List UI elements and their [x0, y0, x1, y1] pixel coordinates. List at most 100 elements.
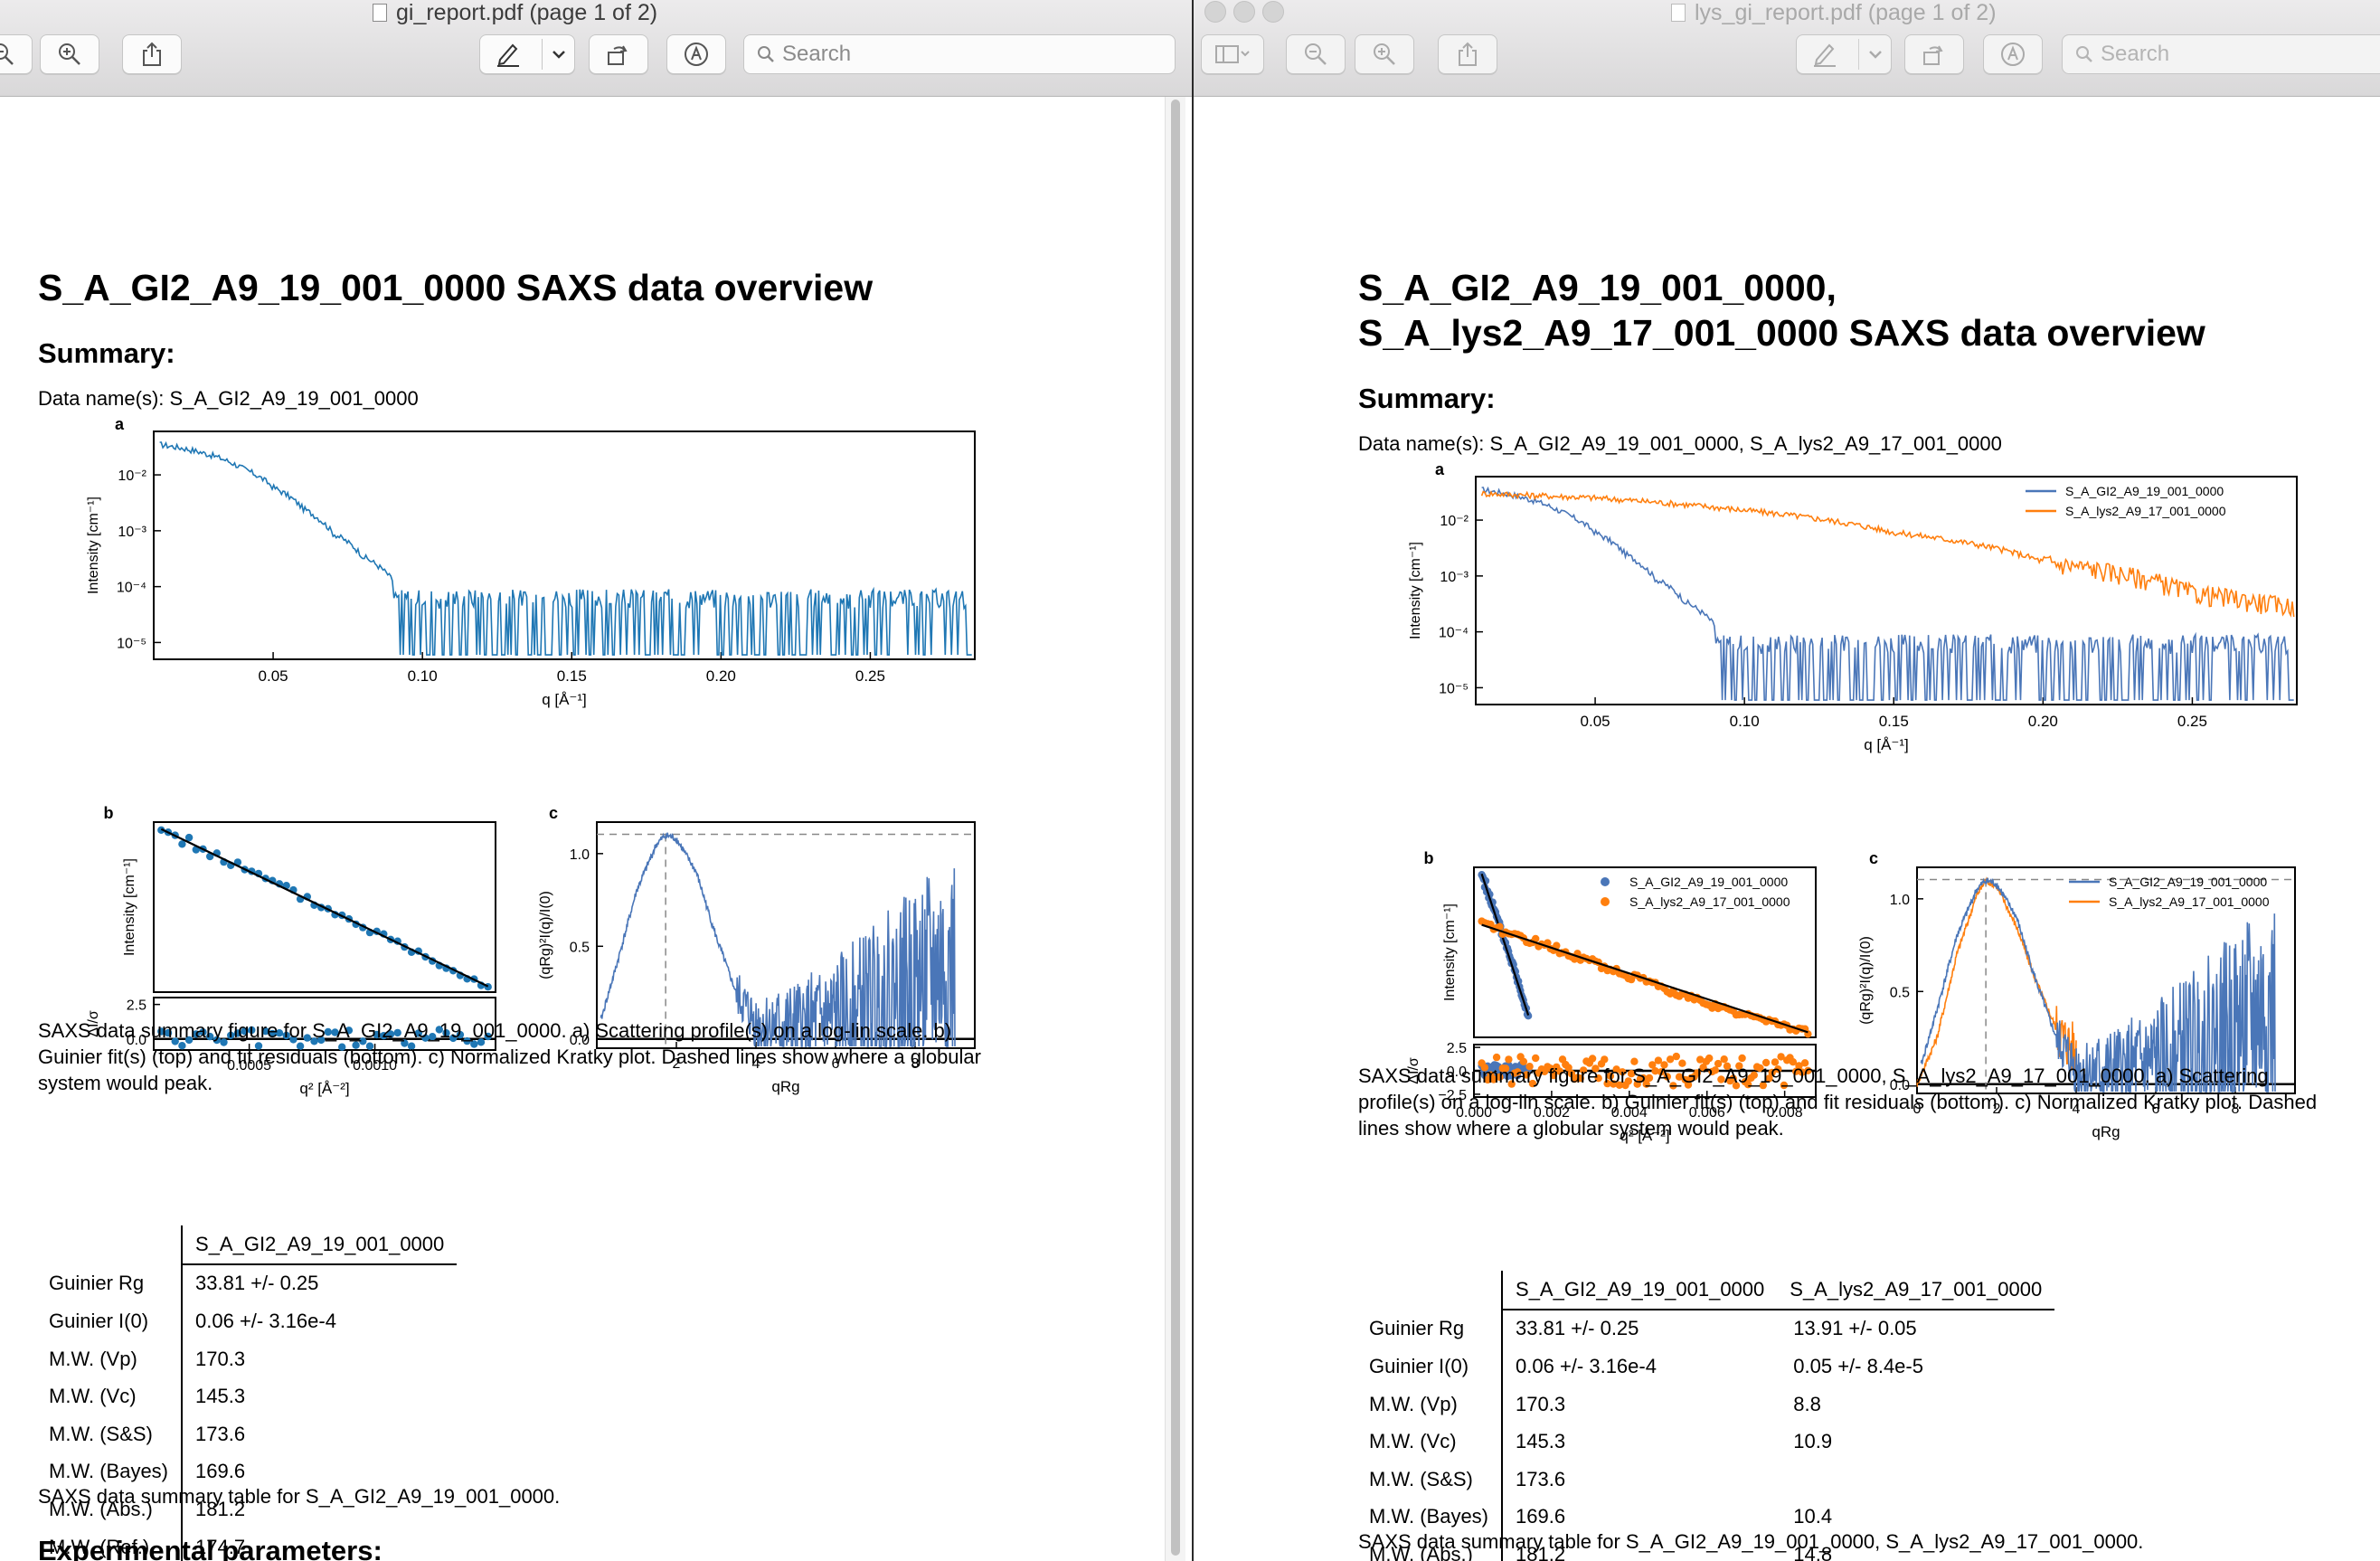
table-cell: 173.6	[1516, 1467, 1566, 1490]
search-field[interactable]: Search	[2062, 34, 2380, 74]
zoom-in-button[interactable]	[1355, 34, 1414, 74]
sidebar-button[interactable]	[1201, 34, 1264, 74]
panel-label: a	[1435, 460, 1445, 478]
tick-label: 0.15	[557, 667, 587, 685]
zoom-out-button[interactable]	[1286, 34, 1346, 74]
rotate-button[interactable]	[1904, 34, 1964, 74]
tick-label: 10⁻⁴	[117, 581, 146, 596]
minimize-window-button[interactable]	[1233, 1, 1255, 23]
page-title: S_A_GI2_A9_19_001_0000 SAXS data overvie…	[38, 267, 874, 308]
preview-window-left: gi_report.pdf (page 1 of 2) Search S_A_G…	[0, 0, 1192, 1561]
table-row: Guinier I(0) 0.06 +/- 3.16e-4 0.05 +/- 8.4…	[1358, 1348, 2054, 1386]
section-heading: Experimental parameters:	[38, 1535, 382, 1561]
titlebar: lys_gi_report.pdf (page 1 of 2) Search	[1194, 0, 2380, 97]
summary-figure: a 0.05 0.10 0.15 0.20 0.25 10⁻² 10⁻³ 10⁻⁴ 10⁻⁵ q […	[1406, 460, 2298, 1144]
pdf-page: S_A_GI2_A9_19_001_0000 SAXS data overvie…	[0, 97, 1165, 1561]
annotate-button[interactable]	[1983, 34, 2043, 74]
table-header-row: S_A_GI2_A9_19_001_0000	[38, 1225, 458, 1265]
tick-label: 0.20	[2028, 713, 2058, 730]
tick-label: 1.0	[1890, 893, 1910, 908]
residual-point	[1532, 1054, 1540, 1063]
panel-label: a	[115, 415, 125, 433]
column-header: S_A_lys2_A9_17_001_0000	[1777, 1271, 2055, 1310]
annotate-button[interactable]	[666, 34, 726, 74]
scattering-profile-plot: a 0.05 0.10 0.15 0.20 0.25 10⁻² 10⁻³ 10⁻⁴ 10⁻⁵ q […	[86, 415, 976, 708]
legend-label: S_A_lys2_A9_17_001_0000	[2065, 504, 2226, 518]
rotate-icon	[1923, 45, 1943, 65]
document-icon	[1671, 4, 1686, 22]
rotate-button[interactable]	[589, 34, 648, 74]
titlebar: gi_report.pdf (page 1 of 2) Search	[0, 0, 1192, 97]
window-title: gi_report.pdf (page 1 of 2)	[373, 0, 657, 25]
row-label: M.W. (Vc)	[1358, 1423, 1504, 1461]
table-cell	[1777, 1461, 2054, 1499]
tick-label: 0.5	[570, 940, 590, 955]
scrollbar-thumb[interactable]	[1171, 99, 1180, 1556]
tick-label: 2.5	[1447, 1041, 1467, 1056]
annotate-icon	[685, 43, 708, 66]
scrollbar[interactable]	[1165, 97, 1185, 1561]
y-axis-label: Intensity [cm⁻¹]	[86, 497, 101, 594]
series-line	[1481, 486, 2294, 701]
table-row: Guinier Rg 33.81 +/- 0.25 13.91 +/- 0.05	[1358, 1309, 2054, 1348]
table-row: M.W. (S&S) 173.6	[1358, 1460, 2054, 1499]
column-header: S_A_GI2_A9_19_001_0000	[182, 1225, 458, 1265]
zoom-out-button[interactable]	[0, 34, 33, 74]
panel-label: c	[1869, 849, 1878, 867]
table-row: M.W. (S&S) 173.6	[38, 1414, 457, 1453]
markup-button[interactable]	[479, 34, 575, 74]
tick-label: 0.15	[1879, 713, 1909, 730]
zoom-window-button[interactable]	[1262, 1, 1284, 23]
tick-label: 1.0	[570, 847, 590, 863]
panel-label: b	[1424, 849, 1434, 867]
share-icon	[1459, 42, 1477, 66]
table-header-row: S_A_GI2_A9_19_001_0000 S_A_lys2_A9_17_001…	[1358, 1271, 2055, 1310]
series-line	[1920, 877, 2276, 1093]
tick-label: 0.25	[2177, 713, 2207, 730]
table-cell: 8.8	[1793, 1392, 1821, 1415]
search-field[interactable]: Search	[743, 34, 1176, 74]
row-label: Guinier Rg	[38, 1263, 184, 1303]
table-cell: 170.3	[1516, 1392, 1566, 1415]
zoom-in-button[interactable]	[40, 34, 99, 74]
row-label: M.W. (S&S)	[1358, 1460, 1504, 1499]
share-button[interactable]	[1438, 34, 1497, 74]
table-corner	[38, 1225, 184, 1264]
figure-caption: SAXS data summary figure for S_A_GI2_A9_…	[1358, 1064, 2318, 1140]
data-names: Data name(s): S_A_GI2_A9_19_001_0000	[38, 387, 419, 410]
summary-table: S_A_GI2_A9_19_001_0000 S_A_lys2_A9_17_001…	[1358, 1271, 2055, 1561]
tick-label: 0.05	[1581, 713, 1610, 730]
table-corner	[1358, 1271, 1504, 1310]
y-axis-label: Intensity [cm⁻¹]	[1442, 903, 1458, 1001]
close-window-button[interactable]	[1204, 1, 1226, 23]
y-axis-label: (qRg)²I(q)/I(0)	[538, 891, 553, 979]
tick-label: 10⁻⁵	[1439, 681, 1469, 696]
row-label: M.W. (S&S)	[38, 1414, 184, 1453]
row-label: M.W. (Vc)	[38, 1377, 184, 1415]
data-names: Data name(s): S_A_GI2_A9_19_001_0000, S_…	[1358, 432, 2002, 455]
table-cell: 145.3	[195, 1385, 246, 1408]
y-axis-label: (qRg)²I(q)/I(0)	[1858, 936, 1874, 1025]
chevron-down-icon	[552, 51, 565, 59]
residual-point	[1492, 1053, 1501, 1062]
x-axis-label: q [Å⁻¹]	[1864, 736, 1909, 753]
page-title-line-2: S_A_lys2_A9_17_001_0000 SAXS data overvi…	[1358, 312, 2205, 354]
chevron-down-icon	[1869, 51, 1882, 59]
legend-label: S_A_GI2_A9_19_001_0000	[2109, 875, 2267, 889]
guinier-fit-line	[1480, 873, 1530, 1016]
row-label: Guinier I(0)	[1358, 1348, 1504, 1386]
table-row: M.W. (Vp) 170.3 8.8	[1358, 1385, 2054, 1424]
zoom-in-icon	[59, 43, 80, 65]
x-axis-label: q [Å⁻¹]	[542, 691, 587, 708]
y-axis-label: Intensity [cm⁻¹]	[122, 858, 137, 956]
markup-button[interactable]	[1796, 34, 1892, 74]
share-button[interactable]	[122, 34, 182, 74]
legend-swatch	[1601, 877, 1610, 886]
residual-point	[1738, 1054, 1746, 1063]
tick-label: 10⁻³	[118, 525, 146, 540]
summary-figure: a 0.05 0.10 0.15 0.20 0.25 10⁻² 10⁻³ 10⁻⁴ 10⁻⁵ q […	[86, 415, 976, 1097]
tick-label: 0.25	[855, 667, 885, 685]
table-row: M.W. (Vc) 145.3	[38, 1377, 457, 1415]
residual-point	[1705, 1054, 1714, 1063]
legend-label: S_A_lys2_A9_17_001_0000	[2109, 894, 2270, 909]
